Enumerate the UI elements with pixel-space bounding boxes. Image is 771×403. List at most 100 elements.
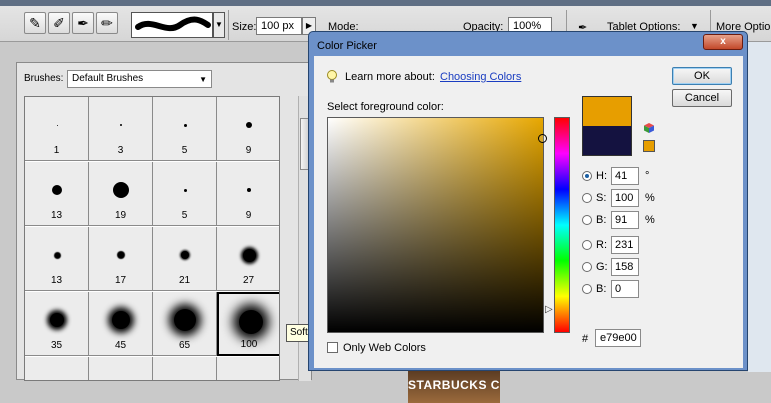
cancel-button[interactable]: Cancel xyxy=(672,89,732,107)
green-radio[interactable] xyxy=(582,262,592,272)
stroke-sample-icon xyxy=(135,16,211,32)
brush-tip-9-7[interactable]: 9 xyxy=(217,162,279,226)
brush-set-value: Default Brushes xyxy=(72,73,144,84)
brush-size-label: 1 xyxy=(53,145,60,156)
brush-tip-5-2[interactable]: 5 xyxy=(153,97,217,161)
brush-tip-icon xyxy=(246,122,252,128)
brightness-label: B: xyxy=(596,214,607,226)
brushes-label: Brushes: xyxy=(24,73,64,84)
dialog-title: Color Picker xyxy=(317,40,377,52)
color-picker-ring[interactable] xyxy=(538,134,547,143)
choosing-colors-link[interactable]: Choosing Colors xyxy=(440,71,521,83)
brush-tip-partial[interactable] xyxy=(217,357,279,380)
brush-tip-35-12[interactable]: 35 xyxy=(25,292,89,356)
brush-tip-partial[interactable] xyxy=(25,357,89,380)
brush-tip-icon xyxy=(112,311,130,329)
chevron-down-icon: ▼ xyxy=(199,75,207,84)
color-field[interactable] xyxy=(327,117,547,333)
brightness-gradient xyxy=(328,118,543,332)
red-radio[interactable] xyxy=(582,240,592,250)
hue-radio[interactable] xyxy=(582,171,592,181)
brush-size-label: 17 xyxy=(114,275,127,286)
brush-size-label: 9 xyxy=(245,210,252,221)
blue-radio[interactable] xyxy=(582,284,592,294)
hue-input[interactable]: 41 xyxy=(611,167,639,185)
brush-stroke-preview[interactable] xyxy=(131,12,213,38)
web-colors-checkbox[interactable] xyxy=(327,342,338,353)
learn-more-label: Learn more about: xyxy=(345,71,435,83)
web-colors-label: Only Web Colors xyxy=(343,342,426,354)
brush-size-label: 13 xyxy=(50,210,63,221)
red-input[interactable]: 231 xyxy=(611,236,639,254)
color-picker-dialog: Color Picker x Learn more about: Choosin… xyxy=(308,31,748,371)
gamut-warning-swatch[interactable] xyxy=(643,140,655,152)
brush-tip-21-10[interactable]: 21 xyxy=(153,227,217,291)
brush-tip-5-6[interactable]: 5 xyxy=(153,162,217,226)
green-input[interactable]: 158 xyxy=(611,258,639,276)
brush-size-label: 65 xyxy=(178,340,191,351)
new-color-swatch xyxy=(582,96,632,127)
current-color-swatch[interactable] xyxy=(582,126,632,156)
blue-label: B: xyxy=(596,283,607,295)
brightness-radio[interactable] xyxy=(582,215,592,225)
impressionist-brush-icon[interactable]: ✐ xyxy=(48,12,70,34)
brush-tip-icon xyxy=(52,185,62,195)
brush-tip-icon xyxy=(247,188,251,192)
saturation-input[interactable]: 100 xyxy=(611,189,639,207)
brush-tip-27-11[interactable]: 27 xyxy=(217,227,279,291)
brush-size-label: 19 xyxy=(114,210,127,221)
brush-tip-3-1[interactable]: 3 xyxy=(89,97,153,161)
brush-tip-9-3[interactable]: 9 xyxy=(217,97,279,161)
hue-slider[interactable] xyxy=(554,117,570,333)
hue-slider-handle[interactable]: ▷ xyxy=(545,304,553,315)
brush-tip-partial[interactable] xyxy=(153,357,217,380)
lightbulb-icon xyxy=(327,70,337,83)
saturation-radio[interactable] xyxy=(582,193,592,203)
blue-input[interactable]: 0 xyxy=(611,280,639,298)
brush-tip-65-14[interactable]: 65 xyxy=(153,292,217,356)
brush-tip-icon xyxy=(181,251,189,259)
brush-tip-1-0[interactable]: 1 xyxy=(25,97,89,161)
brush-grid: 1 3 5 9 13 19 5 9 13 17 21 27 35 45 65 100 xyxy=(24,96,280,381)
brush-tip-partial[interactable] xyxy=(89,357,153,380)
brush-size-label: 5 xyxy=(181,210,188,221)
brush-size-label: 13 xyxy=(50,275,63,286)
brush-tip-icon xyxy=(120,124,122,126)
brush-tip-19-5[interactable]: 19 xyxy=(89,162,153,226)
hue-label: H: xyxy=(596,170,607,182)
brush-tip-icon xyxy=(50,313,64,327)
web-safe-cube-icon[interactable] xyxy=(643,122,655,134)
ok-button[interactable]: OK xyxy=(672,67,732,85)
brush-tip-100-15[interactable]: 100 xyxy=(217,292,279,356)
brush-size-label: 45 xyxy=(114,340,127,351)
brush-tip-icon xyxy=(54,252,60,258)
hex-input[interactable]: e79e00 xyxy=(595,329,641,347)
brush-tip-13-4[interactable]: 13 xyxy=(25,162,89,226)
brush-tip-icon xyxy=(174,309,196,331)
brush-tip-13-8[interactable]: 13 xyxy=(25,227,89,291)
tablet-options-arrow[interactable]: ▼ xyxy=(690,21,699,31)
brush-tip-17-9[interactable]: 17 xyxy=(89,227,153,291)
brightness-input[interactable]: 91 xyxy=(611,211,639,229)
brush-tool-icon[interactable]: ✎ xyxy=(24,12,46,34)
menu-strip xyxy=(0,0,771,6)
brush-set-select[interactable]: Default Brushes ▼ xyxy=(67,70,212,88)
separator xyxy=(228,10,229,40)
brush-size-label: 100 xyxy=(240,339,258,350)
pencil-tool-icon[interactable]: ✏ xyxy=(96,12,118,34)
select-color-label: Select foreground color: xyxy=(327,101,444,113)
close-button[interactable]: x xyxy=(703,34,743,50)
brightness-unit: % xyxy=(645,214,655,226)
canvas-photo: STARBUCKS C xyxy=(408,370,500,403)
brush-tip-45-13[interactable]: 45 xyxy=(89,292,153,356)
brush-size-label: 5 xyxy=(181,145,188,156)
hue-unit: ° xyxy=(645,170,650,182)
dialog-body: Learn more about: Choosing Colors Select… xyxy=(314,56,743,368)
size-input[interactable]: 100 px xyxy=(256,17,302,35)
brush-tip-icon xyxy=(183,123,187,127)
brush-tip-icon xyxy=(183,188,187,192)
brush-size-label: 27 xyxy=(242,275,255,286)
brush-picker-dropdown[interactable]: ▼ xyxy=(213,12,225,38)
color-replacement-icon[interactable]: ✒ xyxy=(72,12,94,34)
brush-tip-icon xyxy=(239,310,263,334)
